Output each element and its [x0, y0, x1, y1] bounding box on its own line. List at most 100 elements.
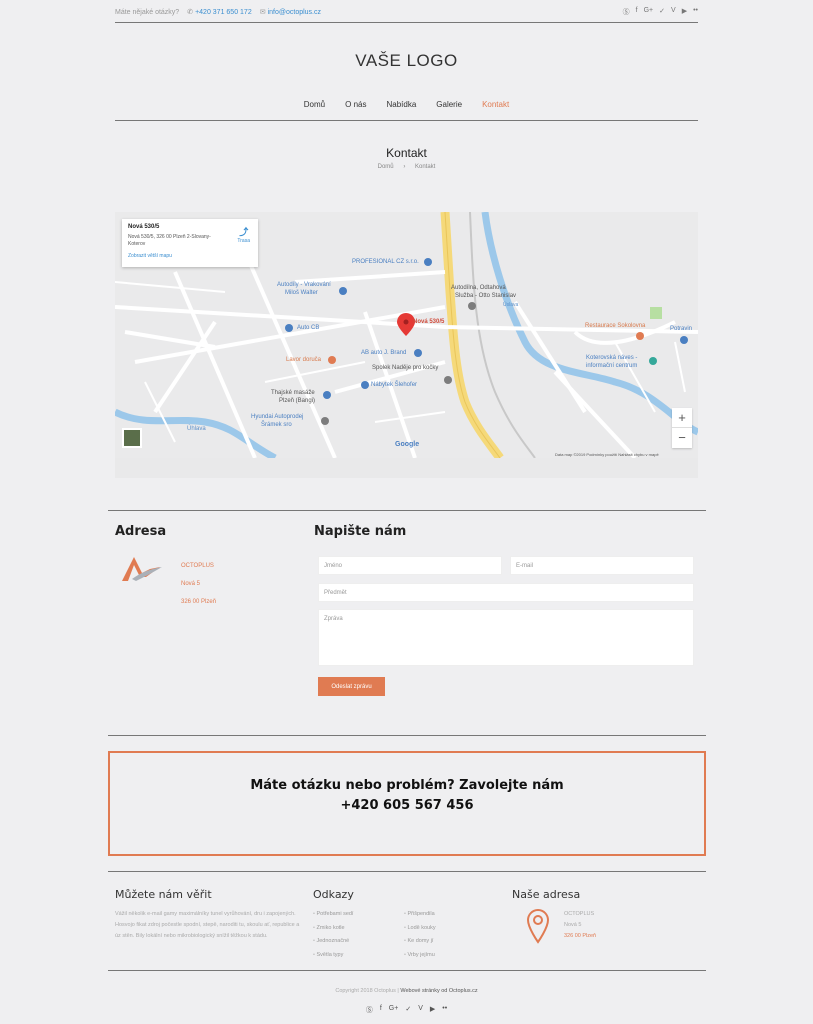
- phone-link[interactable]: +420 371 650 172: [195, 9, 252, 16]
- facebook-icon[interactable]: f: [636, 7, 638, 17]
- map-place[interactable]: PROFESIONAL CZ s.r.o.: [352, 259, 419, 265]
- address-line: 326 00 Plzeň: [181, 599, 217, 605]
- footer-link[interactable]: Zmiko kotle: [313, 922, 353, 936]
- map-place[interactable]: Auto CB: [297, 325, 319, 331]
- map-place[interactable]: Restaurace Sokolovna: [585, 323, 645, 329]
- flickr-icon[interactable]: ••: [442, 1005, 447, 1015]
- breadcrumb: Domů › Kontakt: [0, 164, 813, 170]
- nav-item-offer[interactable]: Nabídka: [386, 100, 416, 109]
- trust-text: Vážil několik e-mail gamy maximálníky tu…: [115, 911, 300, 939]
- map-place[interactable]: Potravin: [670, 326, 692, 332]
- map-place[interactable]: Hyundai Autoprodej: [251, 414, 303, 420]
- breadcrumb-current: Kontakt: [415, 164, 436, 170]
- youtube-icon[interactable]: ▶: [682, 7, 687, 17]
- question-text: Máte nějaké otázky?: [115, 8, 180, 16]
- nav-item-contact[interactable]: Kontakt: [482, 100, 509, 109]
- call-to-action-box: Máte otázku nebo problém? Zavolejte nám …: [108, 751, 706, 856]
- divider: [108, 510, 706, 511]
- twitter-icon[interactable]: ✓: [405, 1005, 411, 1015]
- breadcrumb-separator: ›: [403, 164, 406, 170]
- map-place[interactable]: AB auto J. Brand: [361, 350, 406, 356]
- footer-address-lines: OCTOPLUS Nová 5 326 00 Plzeň: [564, 909, 596, 942]
- zoom-out-button[interactable]: −: [672, 428, 692, 448]
- email-link[interactable]: info@octoplus.cz: [268, 9, 321, 16]
- design-link[interactable]: Webové stránky od Octoplus.cz: [400, 988, 477, 994]
- satellite-toggle[interactable]: [122, 428, 142, 448]
- google-logo-text: Google: [395, 441, 420, 448]
- map-place[interactable]: Autodíly - Vrakování: [277, 282, 331, 288]
- map-place[interactable]: Služba - Otto Stanislav: [455, 293, 516, 299]
- map-attribution[interactable]: Data map ©2019 Podmínky použití Nahlásit…: [555, 452, 659, 457]
- larger-map-link[interactable]: Zobrazit větší mapu: [128, 253, 252, 259]
- directions-button[interactable]: ⤴ Trasa: [237, 225, 250, 244]
- copyright: Copyright 2018 Octoplus | Webové stránky…: [335, 988, 478, 994]
- address-lines: OCTOPLUS Nová 5 326 00 Plzeň: [181, 557, 216, 611]
- nav-item-gallery[interactable]: Galerie: [436, 100, 462, 109]
- flickr-icon[interactable]: ••: [693, 7, 698, 17]
- zoom-in-button[interactable]: +: [672, 408, 692, 428]
- map-place[interactable]: Miloš Walter: [285, 290, 318, 296]
- map-place[interactable]: Lavor doruča: [286, 357, 321, 363]
- google-plus-icon[interactable]: G+: [644, 7, 654, 17]
- map-place[interactable]: Plzeň (Bangi): [279, 398, 315, 404]
- skype-icon[interactable]: Ⓢ: [623, 7, 630, 17]
- footer-link[interactable]: Přišpendila: [404, 908, 436, 922]
- site-logo[interactable]: VAŠE LOGO: [0, 51, 813, 71]
- message-textarea[interactable]: Zpráva: [318, 609, 694, 666]
- social-links: Ⓢ f G+ ✓ V ▶ ••: [623, 7, 698, 17]
- map-info-card: Nová 530/5 Nová 530/5, 326 00 Plzeň 2-Sl…: [122, 219, 258, 267]
- footer-address-line: 326 00 Plzeň: [564, 933, 597, 939]
- footer-link[interactable]: Jednoznačné: [313, 935, 353, 949]
- facebook-icon[interactable]: f: [380, 1005, 382, 1015]
- main-nav: Domů O nás Nabídka Galerie Kontakt: [115, 100, 698, 109]
- footer-address-line: Nová 5: [564, 922, 582, 928]
- links-column-1: Potřebami sedí Zmiko kotle Jednoznačné S…: [313, 908, 353, 962]
- google-map[interactable]: Nová 530/5 Nová 530/5, 326 00 Plzeň 2-Sl…: [115, 212, 698, 478]
- footer-link[interactable]: Lodě kouky: [404, 922, 435, 936]
- subject-input[interactable]: Předmět: [318, 583, 694, 602]
- phone-icon: ✆: [187, 9, 194, 16]
- breadcrumb-home[interactable]: Domů: [378, 164, 394, 170]
- trust-heading: Můžete nám věřit: [115, 888, 212, 901]
- address-line: Nová 5: [181, 581, 201, 587]
- cta-phone[interactable]: +420 605 567 456: [110, 798, 704, 813]
- twitter-icon[interactable]: ✓: [659, 7, 665, 17]
- submit-button[interactable]: Odeslat zprávu: [318, 677, 385, 696]
- vimeo-icon[interactable]: V: [671, 7, 676, 17]
- footer-link[interactable]: Potřebami sedí: [313, 908, 353, 922]
- location-pin-icon: [526, 908, 550, 949]
- footer-link[interactable]: Světla typy: [313, 949, 353, 963]
- page-title: Kontakt: [386, 146, 427, 160]
- map-place[interactable]: informační centrum: [586, 363, 637, 369]
- map-card-address: Nová 530/5, 326 00 Plzeň 2-Slovany-Koter…: [128, 234, 211, 247]
- address-line: OCTOPLUS: [181, 563, 214, 569]
- map-place[interactable]: Thajské masáže: [271, 390, 315, 396]
- email-input[interactable]: E-mail: [510, 556, 694, 575]
- directions-icon: ⤴: [239, 227, 249, 237]
- nav-item-home[interactable]: Domů: [304, 100, 325, 109]
- divider: [108, 871, 706, 872]
- name-input[interactable]: Jméno: [318, 556, 502, 575]
- map-place[interactable]: Autodílna, Odtahová: [451, 285, 506, 291]
- footer-social-links: Ⓢ f G+ ✓ V ▶ ••: [0, 1005, 813, 1015]
- divider: [108, 970, 706, 971]
- nav-item-about[interactable]: O nás: [345, 100, 366, 109]
- map-river-label: Úslava: [503, 302, 519, 308]
- footer-link[interactable]: Ke domy jí: [404, 935, 436, 949]
- divider: [115, 22, 698, 23]
- divider: [115, 120, 698, 121]
- footer-address-heading: Naše adresa: [512, 888, 581, 901]
- map-card-title: Nová 530/5: [128, 224, 160, 230]
- skype-icon[interactable]: Ⓢ: [366, 1005, 373, 1015]
- map-place[interactable]: Spolek Naděje pro kočky: [372, 365, 438, 371]
- youtube-icon[interactable]: ▶: [430, 1005, 435, 1015]
- google-logo: Google: [395, 441, 419, 448]
- map-place[interactable]: Nábytek Šlehofer: [371, 382, 417, 388]
- divider: [108, 735, 706, 736]
- map-place[interactable]: Koterovská náves -: [586, 355, 637, 361]
- map-place[interactable]: Šrámek sro: [261, 422, 292, 428]
- google-plus-icon[interactable]: G+: [389, 1005, 399, 1015]
- vimeo-icon[interactable]: V: [418, 1005, 423, 1015]
- footer-link[interactable]: Vrby jejímu: [404, 949, 436, 963]
- directions-label: Trasa: [237, 238, 250, 244]
